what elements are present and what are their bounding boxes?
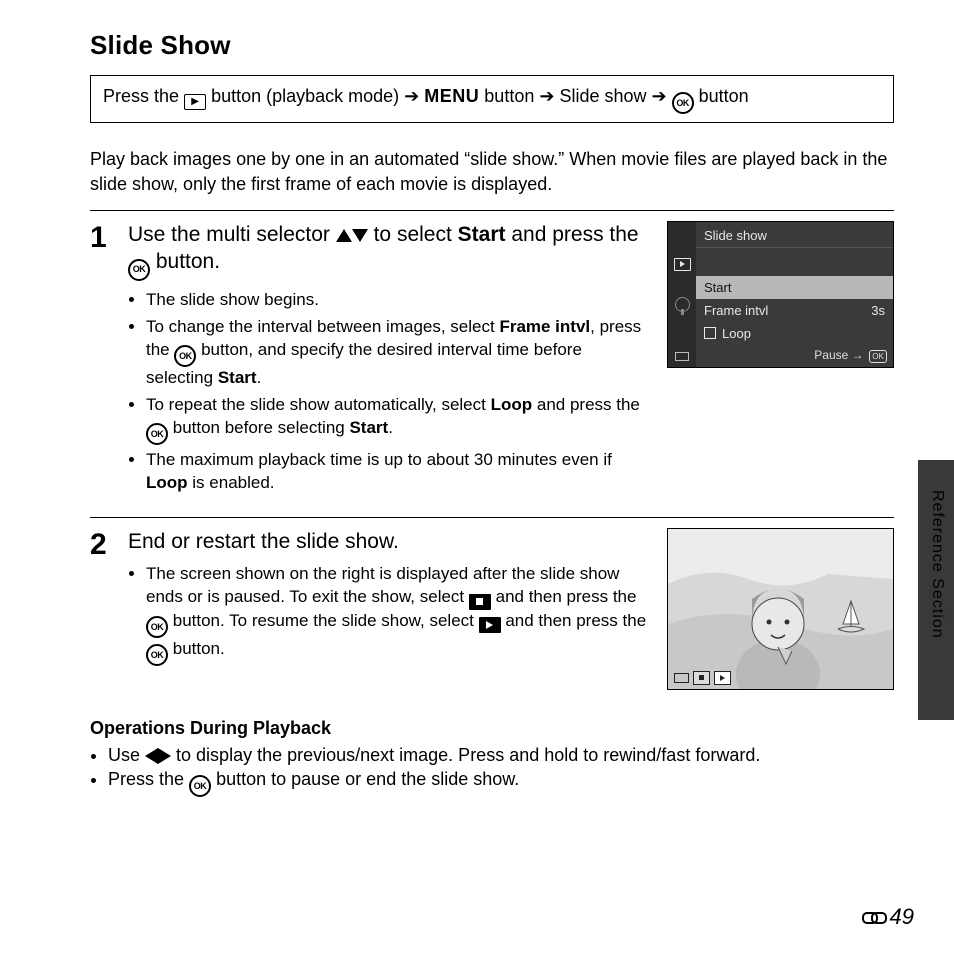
- text: button before selecting: [173, 418, 350, 437]
- play-icon: [479, 617, 501, 633]
- arrow-icon: ➔: [652, 86, 667, 106]
- bold: Loop: [146, 473, 188, 492]
- text: button. To resume the slide show, select: [173, 611, 479, 630]
- lcd-label: Frame intvl: [704, 304, 768, 317]
- ok-button-icon: OK: [174, 345, 196, 367]
- lcd-sidebar: [668, 222, 696, 368]
- text: is enabled.: [192, 473, 274, 492]
- left-arrow-icon: [145, 748, 158, 764]
- text: To repeat the slide show automatically, …: [146, 395, 491, 414]
- reference-link-icon: [862, 910, 888, 924]
- text: and press the: [511, 223, 638, 246]
- ok-button-icon: OK: [146, 644, 168, 666]
- nav-text: button: [699, 86, 749, 106]
- right-arrow-icon: [158, 748, 171, 764]
- operations-heading: Operations During Playback: [90, 718, 894, 739]
- bullet: Use to display the previous/next image. …: [108, 743, 894, 767]
- lcd-row-frame: Frame intvl 3s: [696, 299, 893, 322]
- menu-label: MENU: [424, 86, 479, 106]
- playback-icon: ▶: [184, 94, 206, 110]
- bullet: To repeat the slide show automatically, …: [146, 394, 649, 445]
- stop-mini-icon: [693, 671, 710, 685]
- divider: [90, 210, 894, 211]
- step-2-heading: End or restart the slide show.: [128, 528, 649, 555]
- camera-lcd-mockup: Slide show Start Frame intvl 3s Loop: [667, 221, 894, 369]
- text: and then press the: [505, 611, 646, 630]
- setup-tab-icon: [675, 297, 690, 312]
- lcd-row-start: Start: [696, 276, 893, 299]
- step-number: 1: [90, 221, 114, 499]
- bold: Frame intvl: [499, 317, 590, 336]
- bullet: To change the interval between images, s…: [146, 316, 649, 390]
- text: The maximum playback time is up to about…: [146, 450, 612, 469]
- text: to display the previous/next image. Pres…: [176, 745, 760, 765]
- text: Use: [108, 745, 145, 765]
- step-2: 2 End or restart the slide show. The scr…: [90, 528, 894, 690]
- lcd-label: Loop: [722, 326, 751, 341]
- text: button, and specify the desired interval…: [146, 340, 582, 387]
- bold: Start: [218, 368, 257, 387]
- divider: [90, 517, 894, 518]
- text: button to pause or end the slide show.: [216, 769, 519, 789]
- text: To change the interval between images, s…: [146, 317, 499, 336]
- bullet: The screen shown on the right is display…: [146, 563, 649, 666]
- lcd-footer: Pause → OK: [696, 345, 893, 368]
- ok-button-icon: OK: [672, 92, 694, 114]
- page-number: 49: [862, 904, 914, 930]
- arrow-icon: ➔: [539, 86, 554, 106]
- down-arrow-icon: [352, 229, 368, 242]
- bullet: Press the OK button to pause or end the …: [108, 767, 894, 797]
- lcd-row-loop: Loop: [696, 322, 893, 345]
- nav-text: button: [484, 86, 539, 106]
- ok-mini-icon: OK: [869, 350, 887, 363]
- stop-icon: [469, 594, 491, 610]
- photo-controls: [674, 671, 731, 685]
- ok-button-icon: OK: [146, 616, 168, 638]
- intro-paragraph: Play back images one by one in an automa…: [90, 147, 894, 196]
- text: .: [388, 418, 393, 437]
- step-1: 1 Use the multi selector to select Start…: [90, 221, 894, 499]
- lcd-pause-label: Pause: [814, 348, 848, 362]
- sample-photo: [667, 528, 894, 690]
- battery-icon: [675, 352, 689, 361]
- arrow-icon: ➔: [404, 86, 419, 106]
- nav-text: Press the: [103, 86, 184, 106]
- ok-button-icon: OK: [128, 259, 150, 281]
- text: to select: [374, 223, 458, 246]
- text: button.: [173, 639, 225, 658]
- page-number-text: 49: [890, 904, 914, 930]
- playback-tab-icon: [674, 258, 691, 271]
- text: .: [257, 368, 262, 387]
- page-title: Slide Show: [90, 30, 894, 61]
- step-number: 2: [90, 528, 114, 690]
- text: Use the multi selector: [128, 223, 336, 246]
- operations-list: Use to display the previous/next image. …: [90, 743, 894, 797]
- bullet: The maximum playback time is up to about…: [146, 449, 649, 495]
- text: and press the: [537, 395, 640, 414]
- bullet: The slide show begins.: [146, 289, 649, 312]
- navigation-path-box: Press the ▶ button (playback mode) ➔ MEN…: [90, 75, 894, 123]
- lcd-value: 3s: [871, 304, 885, 317]
- battery-icon: [674, 673, 689, 683]
- step-1-bullets: The slide show begins. To change the int…: [128, 289, 649, 495]
- up-arrow-icon: [336, 229, 352, 242]
- bold: Start: [349, 418, 388, 437]
- text: and then press the: [496, 587, 637, 606]
- bold: Loop: [491, 395, 533, 414]
- text: button.: [156, 250, 220, 273]
- ok-button-icon: OK: [146, 423, 168, 445]
- section-label: Reference Section: [928, 490, 946, 639]
- nav-text: button (playback mode): [211, 86, 404, 106]
- ok-button-icon: OK: [189, 775, 211, 797]
- lcd-title: Slide show: [696, 226, 893, 248]
- checkbox-icon: [704, 327, 716, 339]
- step-2-bullets: The screen shown on the right is display…: [128, 563, 649, 666]
- text: Press the: [108, 769, 189, 789]
- play-mini-icon: [714, 671, 731, 685]
- bold-start: Start: [458, 223, 506, 246]
- step-1-heading: Use the multi selector to select Start a…: [128, 221, 649, 281]
- nav-text: Slide show: [559, 86, 651, 106]
